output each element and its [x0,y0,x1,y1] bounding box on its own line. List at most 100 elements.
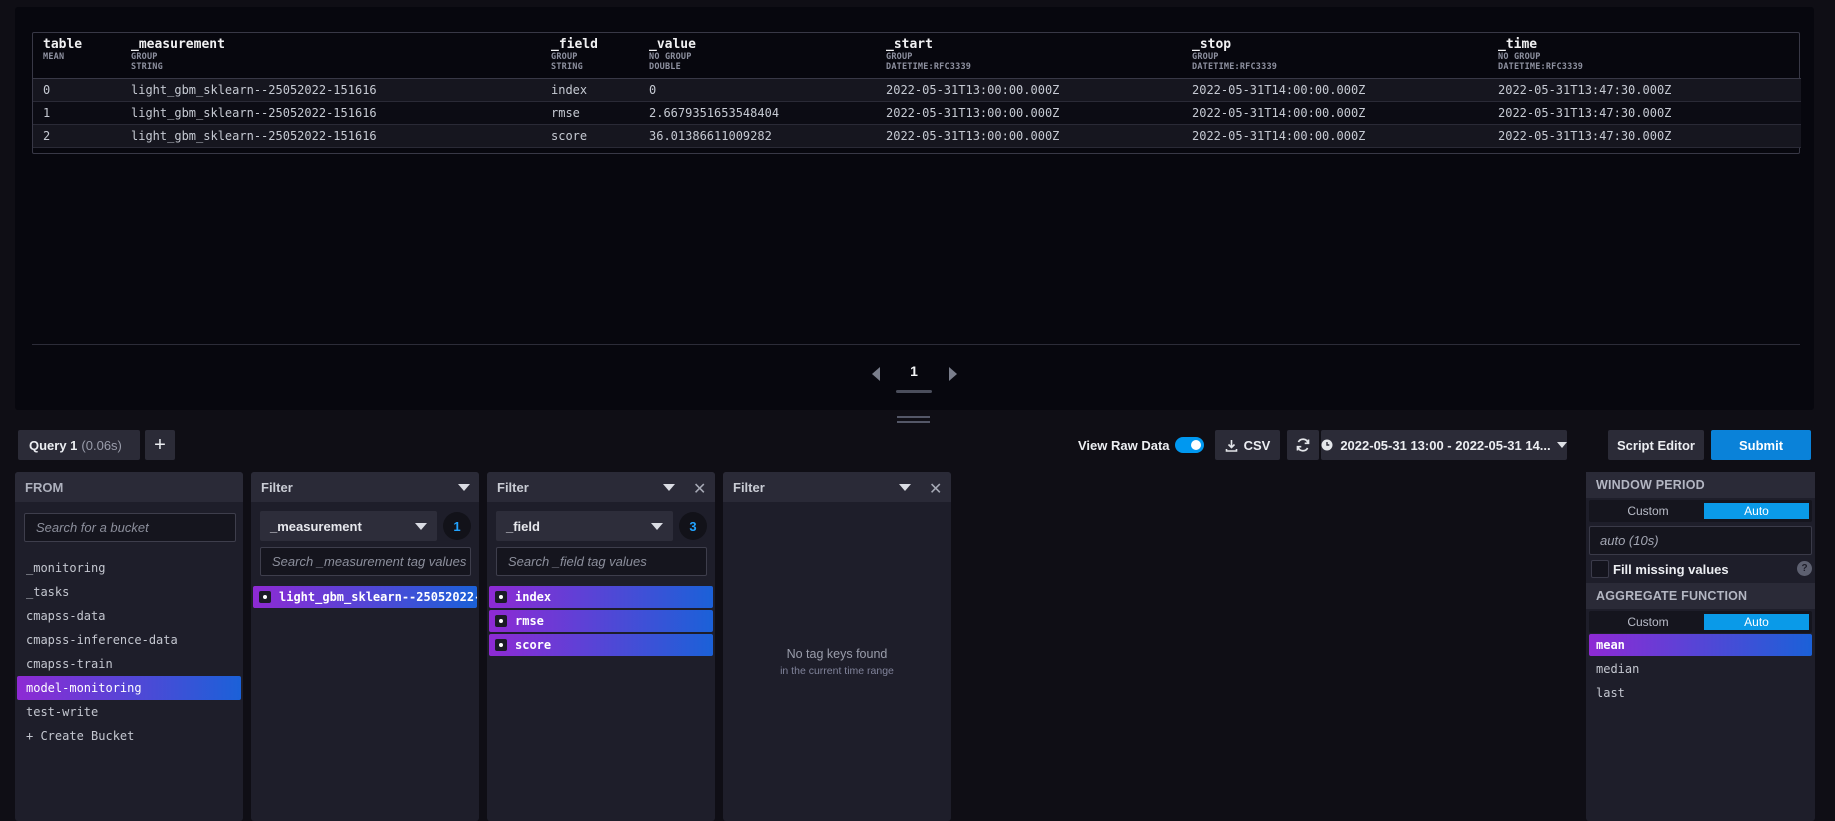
column-name: _field [551,37,598,52]
table-cell: light_gbm_sklearn--25052022-151616 [131,82,377,97]
table-header-row: table MEAN _measurement GROUP STRING _field GR… [33,33,1801,79]
checkbox-icon [495,639,507,651]
filter-title: Filter [733,479,765,495]
panel-resize-handle[interactable] [897,416,930,423]
submit-button[interactable]: Submit [1711,430,1811,460]
bucket-list: _monitoring _tasks cmapss-data cmapss-infer… [17,556,241,748]
tag-values-search-input[interactable]: Search _field tag values [496,547,707,576]
table-row: 2 light_gbm_sklearn--25052022-151616 score… [33,124,1801,147]
aggregate-function-mean[interactable]: mean [1589,634,1812,656]
table-cell: 2022-05-31T14:00:00.000Z [1192,82,1366,97]
column-header-start[interactable]: _start GROUP DATETIME:RFC3339 [876,33,1182,79]
query-tab[interactable]: Query 1 (0.06s) [18,430,140,460]
table-cell: 2.6679351653548404 [649,105,780,120]
csv-download-button[interactable]: CSV [1215,430,1280,460]
script-editor-button[interactable]: Script Editor [1608,430,1704,460]
bucket-item[interactable]: test-write [17,700,241,724]
toggle-knob [1191,440,1201,450]
view-raw-data-label: View Raw Data [1078,438,1170,453]
table-cell: 36.01386611009282 [649,128,772,143]
tag-value-item[interactable]: index [489,586,713,608]
help-icon[interactable]: ? [1797,561,1812,576]
chevron-down-icon [415,523,427,530]
column-name: _start [886,37,933,52]
from-title: FROM [15,472,243,502]
window-period-selector: Custom Auto [1589,500,1812,522]
column-header-measurement[interactable]: _measurement GROUP STRING [121,33,541,79]
pagination: 1 [15,359,1814,393]
column-group: GROUP [551,52,578,62]
filter-card-measurement: Filter _measurement 1 Search _measuremen… [251,472,479,821]
page-number[interactable]: 1 [896,363,932,379]
tag-value-item[interactable]: rmse [489,610,713,632]
column-header-stop[interactable]: _stop GROUP DATETIME:RFC3339 [1182,33,1488,79]
chevron-down-icon[interactable] [899,484,911,491]
chevron-down-icon [1556,442,1567,448]
filter-header[interactable]: Filter ✕ [487,472,715,502]
filter-header[interactable]: Filter ✕ [723,472,951,502]
column-name: _measurement [131,37,225,52]
fill-missing-row: Fill missing values ? [1589,558,1812,580]
column-type: DATETIME:RFC3339 [886,62,972,72]
fill-missing-checkbox[interactable] [1591,560,1609,578]
column-type: STRING [131,62,163,72]
create-bucket-button[interactable]: + Create Bucket [17,724,241,748]
next-page-icon[interactable] [949,367,957,381]
column-type: STRING [551,62,583,72]
view-raw-data-toggle[interactable] [1175,437,1204,453]
column-header-table[interactable]: table MEAN [33,33,121,79]
add-query-button[interactable]: + [145,430,175,460]
checkbox-icon [259,591,271,603]
clock-icon [1321,439,1333,451]
aggregate-auto-option[interactable]: Auto [1704,614,1809,630]
table-cell: index [551,82,588,97]
tag-value-item[interactable]: score [489,634,713,656]
prev-page-icon[interactable] [872,367,880,381]
time-range-dropdown[interactable]: 2022-05-31 13:00 - 2022-05-31 14... [1321,430,1567,460]
aggregate-custom-option[interactable]: Custom [1592,614,1704,630]
column-group: GROUP [131,52,158,62]
bucket-item[interactable]: _monitoring [17,556,241,580]
aggregate-function-last[interactable]: last [1589,682,1812,704]
tag-value-label: score [515,638,552,652]
column-header-value[interactable]: _value NO GROUP DOUBLE [639,33,876,79]
bucket-item[interactable]: _tasks [17,580,241,604]
tag-value-item[interactable]: light_gbm_sklearn--25052022-151616 [253,586,477,608]
tag-values-search-input[interactable]: Search _measurement tag values [260,547,471,576]
query-time: (0.06s) [81,437,122,453]
column-group: MEAN [43,52,65,62]
column-header-time[interactable]: _time NO GROUP DATETIME:RFC3339 [1488,33,1801,79]
fill-missing-label: Fill missing values [1613,562,1729,577]
tag-key-select[interactable]: _field [496,511,673,541]
chevron-down-icon [651,523,663,530]
bucket-item[interactable]: cmapss-train [17,652,241,676]
aggregate-function-median[interactable]: median [1589,658,1812,680]
refresh-icon [1296,438,1310,452]
bucket-item[interactable]: model-monitoring [17,676,241,700]
table-cell: 2022-05-31T13:47:30.000Z [1498,105,1672,120]
window-auto-option[interactable]: Auto [1704,503,1809,519]
filter-title: Filter [261,479,293,495]
query-tab-label: Query 1 [29,437,78,453]
close-icon[interactable]: ✕ [929,479,942,499]
table-cell: 0 [649,82,657,97]
chevron-down-icon[interactable] [458,484,470,491]
tag-key-select[interactable]: _measurement [260,511,437,541]
column-header-field[interactable]: _field GROUP STRING [541,33,639,79]
aggregate-panel: WINDOW PERIOD Custom Auto auto (10s) Fil… [1586,472,1815,821]
refresh-button[interactable] [1287,430,1319,460]
bucket-search-input[interactable]: Search for a bucket [24,513,236,542]
table-cell: 2 [43,128,51,143]
window-period-value[interactable]: auto (10s) [1589,526,1812,555]
selected-count-badge: 3 [679,512,707,540]
column-name: _time [1498,37,1538,52]
results-table: table MEAN _measurement GROUP STRING _field GR… [32,32,1801,154]
empty-submessage: in the current time range [780,665,894,677]
window-custom-option[interactable]: Custom [1592,503,1704,519]
chevron-down-icon[interactable] [663,484,675,491]
filter-header[interactable]: Filter [251,472,479,502]
bucket-item[interactable]: cmapss-inference-data [17,628,241,652]
bucket-item[interactable]: cmapss-data [17,604,241,628]
empty-message: No tag keys found [786,647,888,661]
close-icon[interactable]: ✕ [693,479,706,499]
